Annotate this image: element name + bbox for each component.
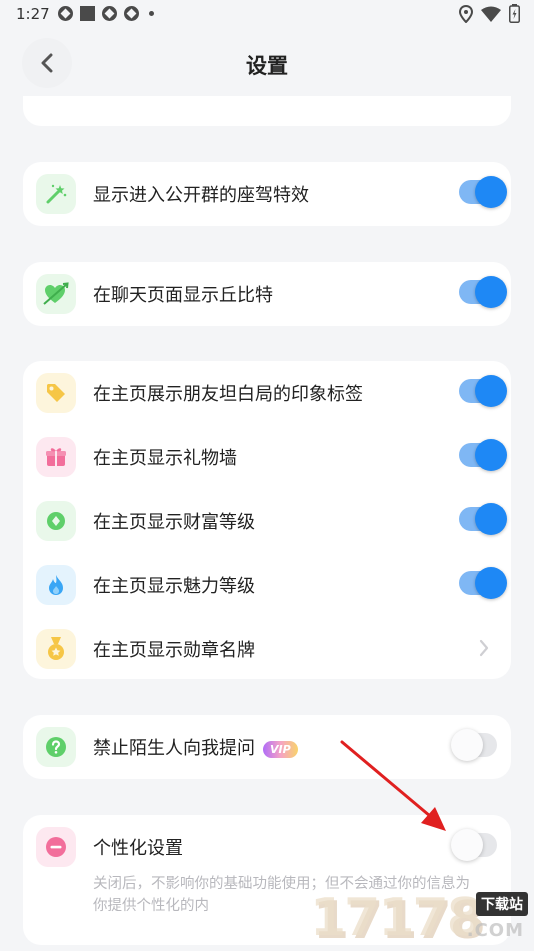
square-notification-icon <box>80 6 95 21</box>
question-icon <box>36 727 76 767</box>
app-notification-icon <box>124 6 139 21</box>
medal-icon <box>36 629 76 669</box>
site-watermark: 17178 17178 下载站 .COM <box>310 886 530 948</box>
toggle-knob <box>475 176 507 208</box>
charm-level-toggle[interactable] <box>459 567 507 599</box>
setting-label: 在主页显示魅力等级 <box>93 576 255 597</box>
setting-label: 显示进入公开群的座驾特效 <box>93 185 309 206</box>
setting-row-medal-nameplate[interactable]: 在主页显示勋章名牌 <box>23 617 511 681</box>
toggle-knob <box>451 729 483 761</box>
app-notification-icon <box>102 6 117 21</box>
wealth-coin-icon <box>36 501 76 541</box>
cupid-toggle[interactable] <box>459 276 507 308</box>
toggle-knob <box>451 829 483 861</box>
page-title: 设置 <box>246 54 288 78</box>
setting-label: 在聊天页面显示丘比特 <box>93 285 273 306</box>
watermark-domain: .COM <box>466 920 524 941</box>
battery-icon <box>509 4 520 23</box>
toggle-knob <box>475 503 507 535</box>
setting-row-cupid: 在聊天页面显示丘比特 <box>23 262 511 326</box>
settings-card-homepage: 在主页展示朋友坦白局的印象标签 在主页显示礼物墙 在主页显示财富等级 在主页显示… <box>23 361 511 679</box>
vehicle-effect-toggle[interactable] <box>459 176 507 208</box>
gift-wall-toggle[interactable] <box>459 439 507 471</box>
stranger-questions-toggle[interactable] <box>451 729 497 761</box>
location-icon <box>459 4 473 23</box>
toggle-knob <box>475 276 507 308</box>
setting-row-stranger-questions: 禁止陌生人向我提问 VIP <box>23 715 511 779</box>
vip-badge: VIP <box>263 740 298 758</box>
status-bar: 1:27 <box>0 0 534 28</box>
setting-row-impression-tags: 在主页展示朋友坦白局的印象标签 <box>23 361 511 425</box>
previous-settings-card <box>23 96 511 126</box>
setting-label: 在主页显示财富等级 <box>93 512 255 533</box>
setting-row-vehicle-effect: 显示进入公开群的座驾特效 <box>23 162 511 226</box>
chevron-right-icon <box>479 639 489 657</box>
app-notification-icon <box>58 6 73 21</box>
setting-row-wealth-level: 在主页显示财富等级 <box>23 489 511 553</box>
setting-label: 在主页展示朋友坦白局的印象标签 <box>93 384 363 405</box>
setting-label: 在主页显示礼物墙 <box>93 448 237 469</box>
wifi-icon <box>481 6 501 22</box>
setting-label-text: 禁止陌生人向我提问 <box>93 738 255 759</box>
flame-icon <box>36 565 76 605</box>
header: 设置 <box>0 30 534 96</box>
setting-row-charm-level: 在主页显示魅力等级 <box>23 553 511 617</box>
wealth-level-toggle[interactable] <box>459 503 507 535</box>
notification-icons <box>58 6 154 21</box>
toggle-knob <box>475 375 507 407</box>
toggle-knob <box>475 567 507 599</box>
status-time: 1:27 <box>16 5 50 23</box>
magic-wand-icon <box>36 174 76 214</box>
minus-circle-icon <box>36 827 76 867</box>
setting-label: 禁止陌生人向我提问 VIP <box>93 734 298 760</box>
cupid-heart-icon <box>36 274 76 314</box>
setting-row-gift-wall: 在主页显示礼物墙 <box>23 425 511 489</box>
tag-icon <box>36 373 76 413</box>
system-icons <box>459 4 520 23</box>
watermark-digits: 17178 <box>310 888 483 948</box>
setting-label: 个性化设置 <box>93 838 183 859</box>
setting-label: 在主页显示勋章名牌 <box>93 640 255 661</box>
settings-card-stranger-questions: 禁止陌生人向我提问 VIP <box>23 715 511 779</box>
more-notifications-icon <box>149 11 154 16</box>
settings-card-cupid: 在聊天页面显示丘比特 <box>23 262 511 326</box>
settings-card-vehicle-effect: 显示进入公开群的座驾特效 <box>23 162 511 226</box>
gift-icon <box>36 437 76 477</box>
personalization-toggle[interactable] <box>451 829 497 861</box>
watermark-badge: 下载站 <box>476 892 528 916</box>
impression-tags-toggle[interactable] <box>459 375 507 407</box>
toggle-knob <box>475 439 507 471</box>
